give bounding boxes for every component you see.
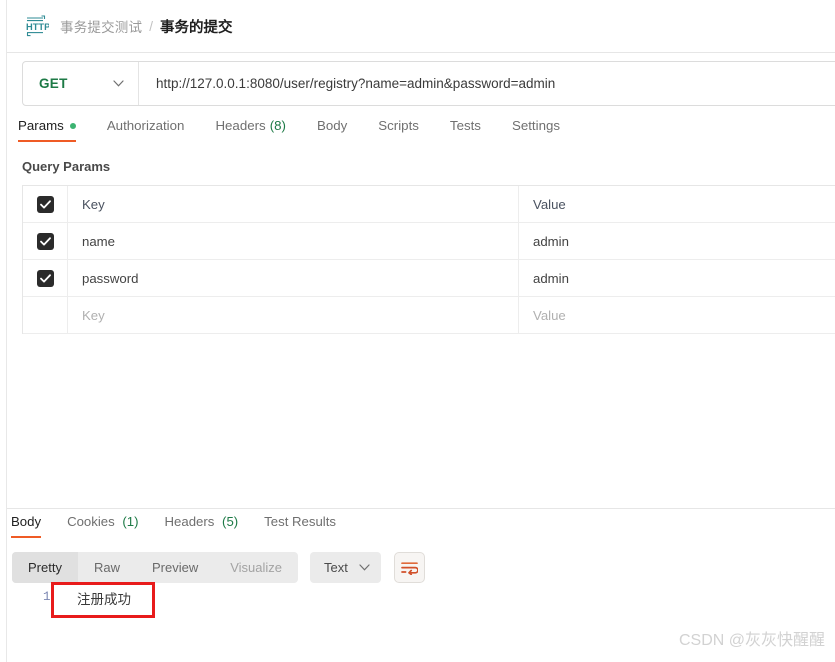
response-tab-cookies-count: (1) (122, 514, 139, 529)
checkbox-checked-icon[interactable] (36, 269, 54, 287)
http-method-selector[interactable]: GET (23, 62, 139, 105)
breadcrumb-collection[interactable]: 事务提交测试 (60, 16, 142, 36)
http-protocol-icon: HTTP (26, 15, 49, 37)
tab-settings[interactable]: Settings (512, 118, 560, 142)
tab-params-label: Params (18, 118, 64, 133)
line-number: 1 (43, 590, 51, 604)
left-rail-edge (0, 0, 7, 662)
column-header-value: Value (533, 196, 566, 212)
response-tab-body-label: Body (11, 514, 42, 529)
request-tabs: Params Authorization Headers (8) Body Sc… (18, 118, 828, 149)
breadcrumb: HTTP 事务提交测试 / 事务的提交 (7, 0, 835, 53)
breadcrumb-current-request[interactable]: 事务的提交 (160, 16, 233, 37)
tab-scripts[interactable]: Scripts (378, 118, 419, 142)
table-row: password admin (23, 260, 835, 297)
response-format-label: Text (324, 560, 348, 575)
response-tab-headers-label: Headers (164, 514, 215, 529)
param-value-input[interactable]: admin (519, 260, 835, 296)
url-input[interactable]: http://127.0.0.1:8080/user/registry?name… (139, 76, 555, 91)
row-checkbox-cell-empty[interactable] (23, 297, 68, 333)
tab-params[interactable]: Params (18, 118, 76, 142)
view-preview-button[interactable]: Preview (136, 552, 214, 583)
svg-text:HTTP: HTTP (26, 22, 49, 32)
tab-authorization-label: Authorization (106, 118, 185, 133)
tab-authorization[interactable]: Authorization (107, 118, 185, 142)
param-key-input[interactable]: name (68, 223, 519, 259)
watermark: CSDN @灰灰快醒醒 (678, 632, 825, 649)
tab-settings-label: Settings (511, 118, 561, 133)
tab-tests[interactable]: Tests (450, 118, 481, 142)
row-checkbox-cell[interactable] (23, 223, 68, 259)
checkbox-checked-icon[interactable] (36, 232, 54, 250)
view-pretty-button[interactable]: Pretty (12, 552, 78, 583)
params-modified-dot-icon (69, 122, 76, 129)
tab-headers-label: Headers (215, 118, 266, 133)
column-header-key: Key (68, 186, 519, 222)
response-section-divider (7, 508, 835, 509)
view-visualize-button[interactable]: Visualize (214, 552, 298, 583)
tab-scripts-label: Scripts (378, 118, 419, 133)
select-all-checkbox-cell[interactable] (23, 186, 68, 222)
row-checkbox-cell[interactable] (23, 260, 68, 296)
table-row: name admin (23, 223, 835, 260)
param-value-input[interactable]: admin (519, 223, 835, 259)
wrap-lines-icon (401, 561, 418, 575)
response-tab-headers-count: (5) (222, 514, 239, 529)
param-value-input-empty[interactable]: Value (519, 297, 835, 333)
response-format-select[interactable]: Text (310, 552, 381, 583)
table-header-row: Key Value (23, 186, 835, 223)
response-tab-body[interactable]: Body (11, 514, 42, 538)
url-bar: GET http://127.0.0.1:8080/user/registry?… (22, 61, 835, 106)
param-key-input-empty[interactable]: Key (68, 297, 519, 333)
response-body-text: 注册成功 (77, 592, 131, 607)
tab-body[interactable]: Body (317, 118, 347, 142)
response-view-switcher: Pretty Raw Preview Visualize (12, 552, 299, 583)
view-raw-button[interactable]: Raw (78, 552, 136, 583)
wrap-lines-button[interactable] (393, 552, 425, 583)
tab-headers[interactable]: Headers (8) (215, 118, 286, 142)
tab-headers-count: (8) (269, 118, 286, 133)
response-tabs: Body Cookies (1) Headers (5) Test Result… (11, 514, 362, 538)
response-tab-test-results[interactable]: Test Results (264, 514, 336, 538)
response-tab-test-results-label: Test Results (264, 514, 336, 529)
checkbox-checked-icon[interactable] (36, 195, 54, 213)
response-tab-cookies-label: Cookies (67, 514, 115, 529)
chevron-down-icon (113, 80, 124, 87)
query-params-table: Key Value name admin password admin Key … (22, 185, 835, 334)
tab-tests-label: Tests (449, 118, 481, 133)
table-row-empty: Key Value (23, 297, 835, 334)
response-tab-cookies[interactable]: Cookies (1) (67, 514, 138, 538)
breadcrumb-separator: / (149, 18, 153, 34)
http-method-label: GET (39, 76, 68, 91)
param-key-input[interactable]: password (68, 260, 519, 296)
response-body-toolbar: Pretty Raw Preview Visualize Text (12, 552, 425, 583)
response-tab-headers[interactable]: Headers (5) (165, 514, 239, 538)
tab-body-label: Body (316, 118, 348, 133)
chevron-down-icon (359, 564, 370, 571)
query-params-title: Query Params (22, 159, 111, 174)
